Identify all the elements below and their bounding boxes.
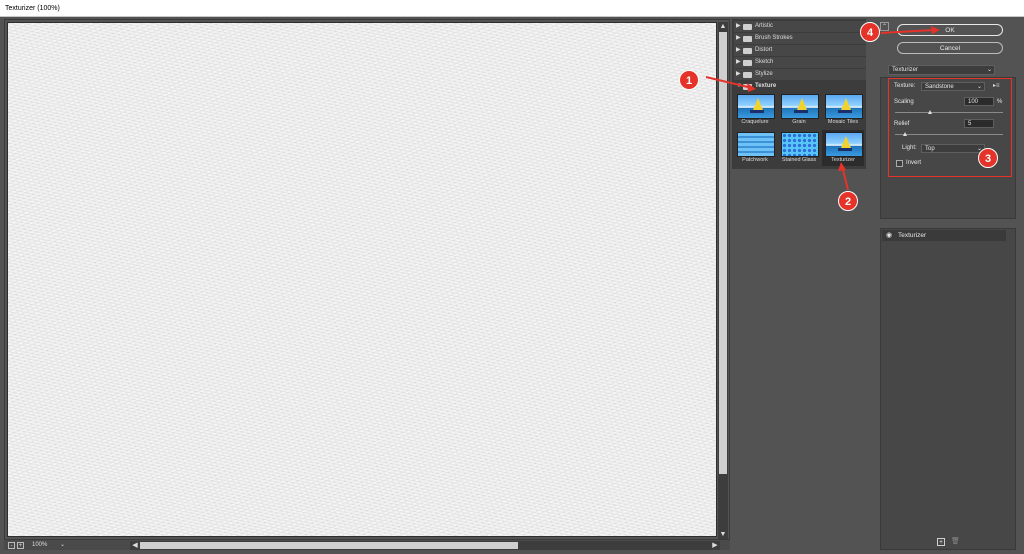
filter-select[interactable]: Texturizer ⌄ xyxy=(888,65,995,75)
folder-icon xyxy=(743,84,752,90)
category-brush-strokes[interactable]: ▶ Brush Strokes xyxy=(734,33,866,44)
effect-layer-row[interactable]: ◉ Texturizer xyxy=(882,230,1006,241)
scroll-up-icon[interactable]: ▲ xyxy=(718,22,728,32)
callout-2: 2 xyxy=(838,191,858,211)
filter-preview-image xyxy=(781,132,819,157)
ok-button[interactable]: OK xyxy=(897,24,1003,36)
folder-icon xyxy=(743,24,752,30)
callout-1: 1 xyxy=(679,70,699,90)
horizontal-scroll-thumb[interactable] xyxy=(140,542,518,549)
preview-canvas[interactable] xyxy=(7,22,717,537)
scroll-right-icon[interactable]: ▶ xyxy=(710,541,720,550)
category-texture[interactable]: ▼ Texture xyxy=(734,81,866,92)
collapse-triangle-icon[interactable]: ▼ xyxy=(736,81,742,92)
cancel-button[interactable]: Cancel xyxy=(897,42,1003,54)
window-title: Texturizer (100%) xyxy=(0,0,1024,17)
category-sketch[interactable]: ▶ Sketch xyxy=(734,57,866,68)
folder-icon xyxy=(743,60,752,66)
expand-triangle-icon[interactable]: ▶ xyxy=(736,33,741,44)
filter-thumb-texturizer[interactable]: Texturizer xyxy=(822,130,864,166)
category-distort[interactable]: ▶ Distort xyxy=(734,45,866,56)
category-stylize[interactable]: ▶ Stylize xyxy=(734,69,866,80)
filter-preview-image xyxy=(825,132,863,157)
filter-thumb-patchwork[interactable]: Patchwork xyxy=(734,130,776,166)
folder-icon xyxy=(743,36,752,42)
preview-statusbar: - + 100% ⌄ ◀ ▶ xyxy=(4,539,730,550)
expand-triangle-icon[interactable]: ▶ xyxy=(736,57,741,68)
scroll-left-icon[interactable]: ◀ xyxy=(130,541,140,550)
filter-thumb-grain[interactable]: Grain xyxy=(778,92,820,128)
filter-preview-image xyxy=(825,94,863,119)
chevron-down-icon: ⌄ xyxy=(986,67,992,73)
chevron-down-icon[interactable]: ⌄ xyxy=(60,541,66,550)
folder-icon xyxy=(743,48,752,54)
expand-triangle-icon[interactable]: ▶ xyxy=(736,69,741,80)
callout-4: 4 xyxy=(860,22,880,42)
callout-3: 3 xyxy=(978,148,998,168)
eye-icon[interactable]: ◉ xyxy=(886,230,892,241)
filter-thumb-craquelure[interactable]: Craquelure xyxy=(734,92,776,128)
category-artistic[interactable]: ▶ Artistic xyxy=(734,21,866,32)
filter-preview-image xyxy=(737,94,775,119)
preview-horizontal-scrollbar[interactable]: ◀ ▶ xyxy=(130,541,720,550)
folder-icon xyxy=(743,72,752,78)
effect-layers-panel xyxy=(880,228,1016,550)
collapse-gallery-icon[interactable]: ⌃ xyxy=(880,22,889,31)
zoom-out-button[interactable]: - xyxy=(8,542,15,549)
preview-vertical-scrollbar[interactable]: ▲ ▼ xyxy=(718,22,728,540)
trash-icon[interactable]: 🗑 xyxy=(951,538,960,546)
zoom-in-button[interactable]: + xyxy=(17,542,24,549)
new-effect-layer-icon[interactable]: + xyxy=(937,538,945,546)
filter-preview-image xyxy=(737,132,775,157)
expand-triangle-icon[interactable]: ▶ xyxy=(736,21,741,32)
filter-preview-image xyxy=(781,94,819,119)
expand-triangle-icon[interactable]: ▶ xyxy=(736,45,741,56)
vertical-scroll-thumb[interactable] xyxy=(719,32,727,474)
filter-thumb-stained-glass[interactable]: Stained Glass xyxy=(778,130,820,166)
filter-thumb-mosaic-tiles[interactable]: Mosaic Tiles xyxy=(822,92,864,128)
